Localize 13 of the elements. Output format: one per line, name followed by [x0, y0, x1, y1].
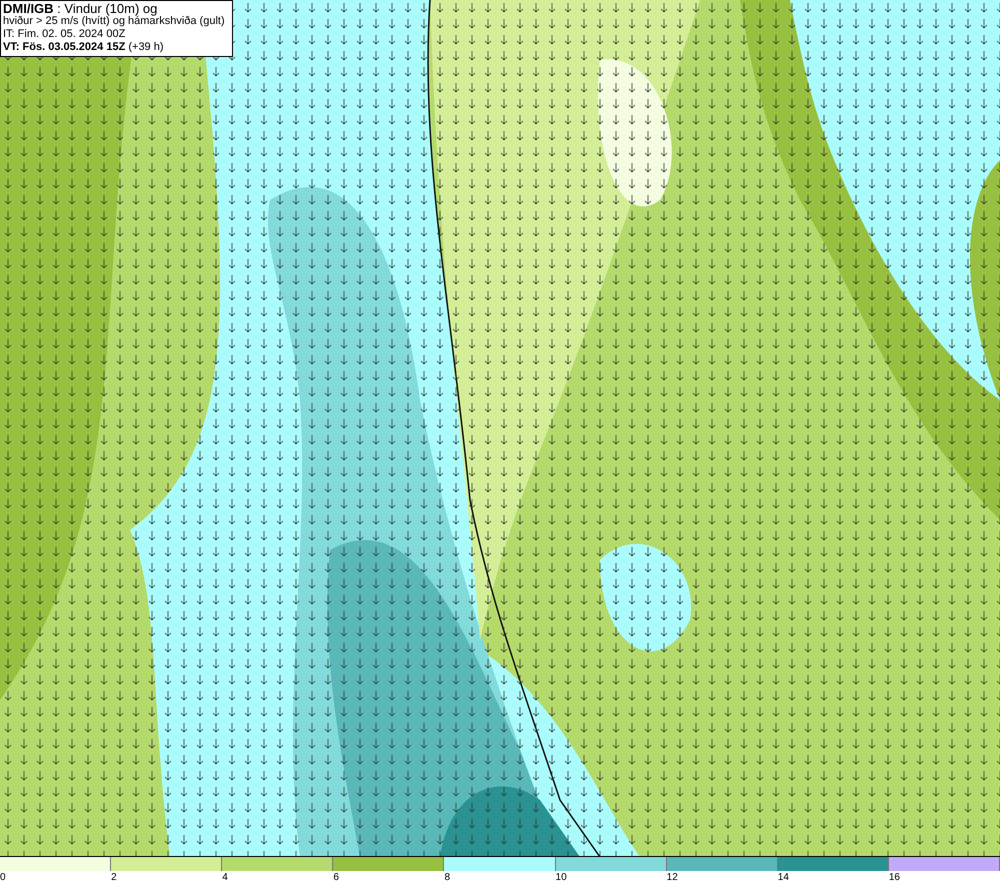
legend-label: 8 [444, 871, 450, 884]
legend-label: 6 [333, 871, 339, 884]
info-text: hviður > 25 m/s (hvítt) og hámarkshviða (gult) [3, 15, 226, 28]
legend-label: 2 [111, 871, 117, 884]
legend-label: 4 [222, 871, 228, 884]
info-text: IT: Fim. 02. 05. 2024 00Z [3, 28, 126, 41]
info-text: DMI/IGB : Vindur (10m) og [3, 2, 158, 15]
legend-label: 16 [888, 871, 900, 884]
legend-label: 12 [666, 871, 678, 884]
legend-label: 10 [556, 871, 567, 884]
legend-label: 14 [778, 871, 789, 884]
legend-label: 0 [0, 871, 6, 884]
info-text: VT: Fös. 03.05.2024 15Z (+39 h) [3, 41, 165, 54]
